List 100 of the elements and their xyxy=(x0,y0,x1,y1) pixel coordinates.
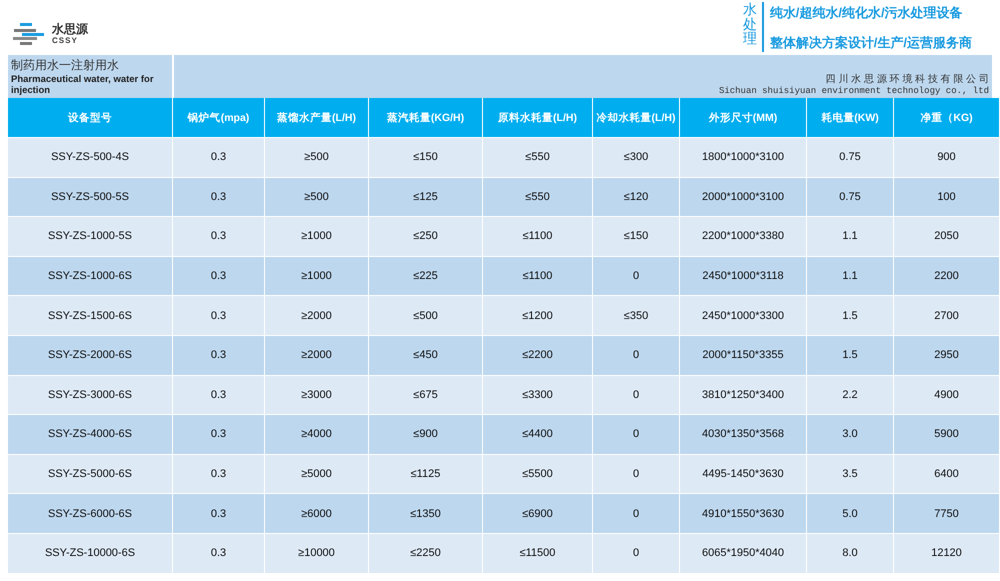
column-header: 耗电量(KW) xyxy=(807,98,893,137)
table-cell: 900 xyxy=(894,138,999,177)
brand-subtitle: CSSY xyxy=(52,36,79,45)
company-name-english: Sichuan shuisiyuan environment technology co., ltd xyxy=(718,86,989,96)
slogan-tag: 水处理 xyxy=(742,2,764,52)
table-cell: 100 xyxy=(894,178,999,216)
table-cell: ≥4000 xyxy=(265,415,368,454)
table-cell: 2050 xyxy=(894,217,999,256)
table-cell: 7750 xyxy=(894,494,999,533)
table-cell: 0.3 xyxy=(173,534,264,573)
table-cell: 0.3 xyxy=(173,494,264,533)
table-cell: SSY-ZS-3000-6S xyxy=(8,376,172,414)
table-cell: 0.75 xyxy=(807,178,893,216)
table-cell: 2450*1000*3300 xyxy=(680,296,806,335)
table-cell: 8.0 xyxy=(807,534,893,573)
table-cell: ≥1000 xyxy=(265,217,368,256)
column-header: 净重（KG) xyxy=(894,98,999,137)
table-cell: SSY-ZS-500-4S xyxy=(8,138,172,177)
table-cell: 2200*1000*3380 xyxy=(680,217,806,256)
table-cell: 6065*1950*4040 xyxy=(680,534,806,573)
column-header: 蒸汽耗量(KG/H) xyxy=(369,98,482,137)
column-header: 外形尺寸(MM) xyxy=(680,98,806,137)
table-cell: ≤5500 xyxy=(483,454,592,494)
table-cell: ≤350 xyxy=(593,296,679,335)
table-cell: ≥2000 xyxy=(265,296,368,335)
table-cell: 1.1 xyxy=(807,256,893,296)
table-cell: ≤2200 xyxy=(483,336,592,375)
table-cell: ≤1100 xyxy=(483,256,592,296)
company-name: 四 川 水 思 源 环 境 科 技 有 限 公 司 xyxy=(826,72,989,86)
table-cell: 0.3 xyxy=(173,376,264,414)
slogan-line: 纯水/超纯水/纯化水/污水处理设备 xyxy=(770,4,964,22)
table-cell: 5900 xyxy=(894,415,999,454)
column-header: 设备型号 xyxy=(8,98,172,137)
table-cell: 0 xyxy=(593,256,679,296)
table-cell: 4910*1550*3630 xyxy=(680,494,806,533)
table-cell: 6400 xyxy=(894,454,999,494)
column-header: 冷却水耗量(L/H) xyxy=(593,98,679,137)
table-cell: 0.3 xyxy=(173,336,264,375)
table-cell: 5.0 xyxy=(807,494,893,533)
table-cell: 2950 xyxy=(894,336,999,375)
table-cell: 3810*1250*3400 xyxy=(680,376,806,414)
table-cell: 3.5 xyxy=(807,454,893,494)
table-cell: ≤4400 xyxy=(483,415,592,454)
table-cell: ≥10000 xyxy=(265,534,368,573)
table-cell: ≤2250 xyxy=(369,534,482,573)
table-cell: SSY-ZS-5000-6S xyxy=(8,454,172,494)
table-cell: 0.3 xyxy=(173,138,264,177)
table-cell: 0.3 xyxy=(173,178,264,216)
table-cell: ≤225 xyxy=(369,256,482,296)
table-cell: ≤150 xyxy=(369,138,482,177)
table-cell: ≥500 xyxy=(265,178,368,216)
table-cell: ≤125 xyxy=(369,178,482,216)
table-cell: ≤150 xyxy=(593,217,679,256)
table-cell: 0.75 xyxy=(807,138,893,177)
table-cell: 3.0 xyxy=(807,415,893,454)
table-cell: 0.3 xyxy=(173,256,264,296)
column-header: 锅炉气(mpa) xyxy=(173,98,264,137)
table-cell: 2450*1000*3118 xyxy=(680,256,806,296)
table-cell: ≤675 xyxy=(369,376,482,414)
banner-subtitle: Pharmaceutical water, water for injection xyxy=(11,74,155,96)
table-cell: 2000*1000*3100 xyxy=(680,178,806,216)
table-cell: ≥2000 xyxy=(265,336,368,375)
table-cell: 0 xyxy=(593,534,679,573)
table-cell: ≤120 xyxy=(593,178,679,216)
table-cell: ≤300 xyxy=(593,138,679,177)
table-cell: 2000*1150*3355 xyxy=(680,336,806,375)
table-cell: ≥6000 xyxy=(265,494,368,533)
table-cell: SSY-ZS-4000-6S xyxy=(8,415,172,454)
table-cell: SSY-ZS-1500-6S xyxy=(8,296,172,335)
table-cell: 4900 xyxy=(894,376,999,414)
table-cell: 0.3 xyxy=(173,296,264,335)
table-cell: 12120 xyxy=(894,534,999,573)
table-cell: ≥5000 xyxy=(265,454,368,494)
table-cell: ≤1200 xyxy=(483,296,592,335)
table-cell: SSY-ZS-500-5S xyxy=(8,178,172,216)
table-cell: ≤500 xyxy=(369,296,482,335)
table-cell: 0.3 xyxy=(173,454,264,494)
brand-name: 水思源 xyxy=(52,23,88,36)
table-cell: 1.1 xyxy=(807,217,893,256)
table-cell: 4030*1350*3568 xyxy=(680,415,806,454)
table-cell: ≤550 xyxy=(483,178,592,216)
column-header: 蒸馏水产量(L/H) xyxy=(265,98,368,137)
table-cell: ≥3000 xyxy=(265,376,368,414)
table-cell: ≤900 xyxy=(369,415,482,454)
table-cell: ≤450 xyxy=(369,336,482,375)
table-cell: 0 xyxy=(593,415,679,454)
slogan-line: 整体解决方案设计/生产/运营服务商 xyxy=(770,34,972,52)
table-cell: 1800*1000*3100 xyxy=(680,138,806,177)
table-cell: SSY-ZS-1000-5S xyxy=(8,217,172,256)
logo-icon xyxy=(12,22,46,46)
column-header: 原料水耗量(L/H) xyxy=(483,98,592,137)
table-cell: 0 xyxy=(593,454,679,494)
table-cell: ≤6900 xyxy=(483,494,592,533)
table-cell: 4495-1450*3630 xyxy=(680,454,806,494)
table-cell: ≥1000 xyxy=(265,256,368,296)
table-cell: ≤550 xyxy=(483,138,592,177)
table-cell: SSY-ZS-6000-6S xyxy=(8,494,172,533)
table-cell: 0 xyxy=(593,376,679,414)
table-cell: 0 xyxy=(593,494,679,533)
table-cell: 0.3 xyxy=(173,217,264,256)
